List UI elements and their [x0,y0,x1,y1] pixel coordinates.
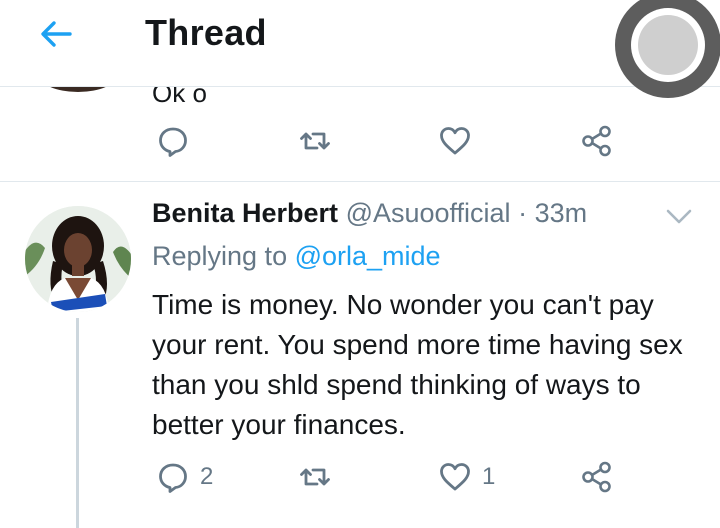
reply-count: 2 [200,463,214,490]
like-button[interactable] [438,116,472,166]
retweet-icon [300,468,330,486]
tweet-text: Time is money. No wonder you can't pay y… [152,289,683,440]
retweet-button[interactable] [298,116,332,166]
author-avatar[interactable] [25,206,131,312]
author-photo [25,206,131,312]
replying-to-label: Replying to [152,241,288,271]
heart-icon [440,127,470,155]
author-handle[interactable]: @Asuoofficial [346,198,511,228]
share-button[interactable] [580,452,614,502]
reply-icon [159,463,187,493]
author-name[interactable]: Benita Herbert [152,198,338,228]
chevron-down-icon[interactable] [664,206,694,228]
like-button[interactable]: 1 [438,452,495,502]
arrow-left-icon[interactable] [36,14,76,54]
retweet-icon [300,132,330,150]
reply-button[interactable] [156,116,190,166]
tweet-timestamp[interactable]: 33m [535,198,588,228]
tweet-actions: 2 1 [0,452,720,502]
separator-dot: · [518,198,528,228]
heart-icon [440,463,470,491]
replying-to-mention[interactable]: @orla_mide [295,241,441,271]
reply-button[interactable]: 2 [156,452,213,502]
top-bar: Thread [0,0,720,87]
share-button[interactable] [580,116,614,166]
fab-dot [638,15,698,75]
retweet-button[interactable] [298,452,332,502]
tweet-divider [0,181,720,182]
share-icon [582,125,611,157]
share-icon [582,461,611,493]
page-title: Thread [145,12,267,53]
reply-icon [159,127,187,157]
floating-assistive-button[interactable] [615,0,720,98]
like-count: 1 [482,463,496,490]
tweet-header: Benita Herbert @Asuoofficial · 33m [152,198,587,229]
previous-tweet-actions [0,116,720,166]
replying-to-line: Replying to @orla_mide [152,241,441,272]
